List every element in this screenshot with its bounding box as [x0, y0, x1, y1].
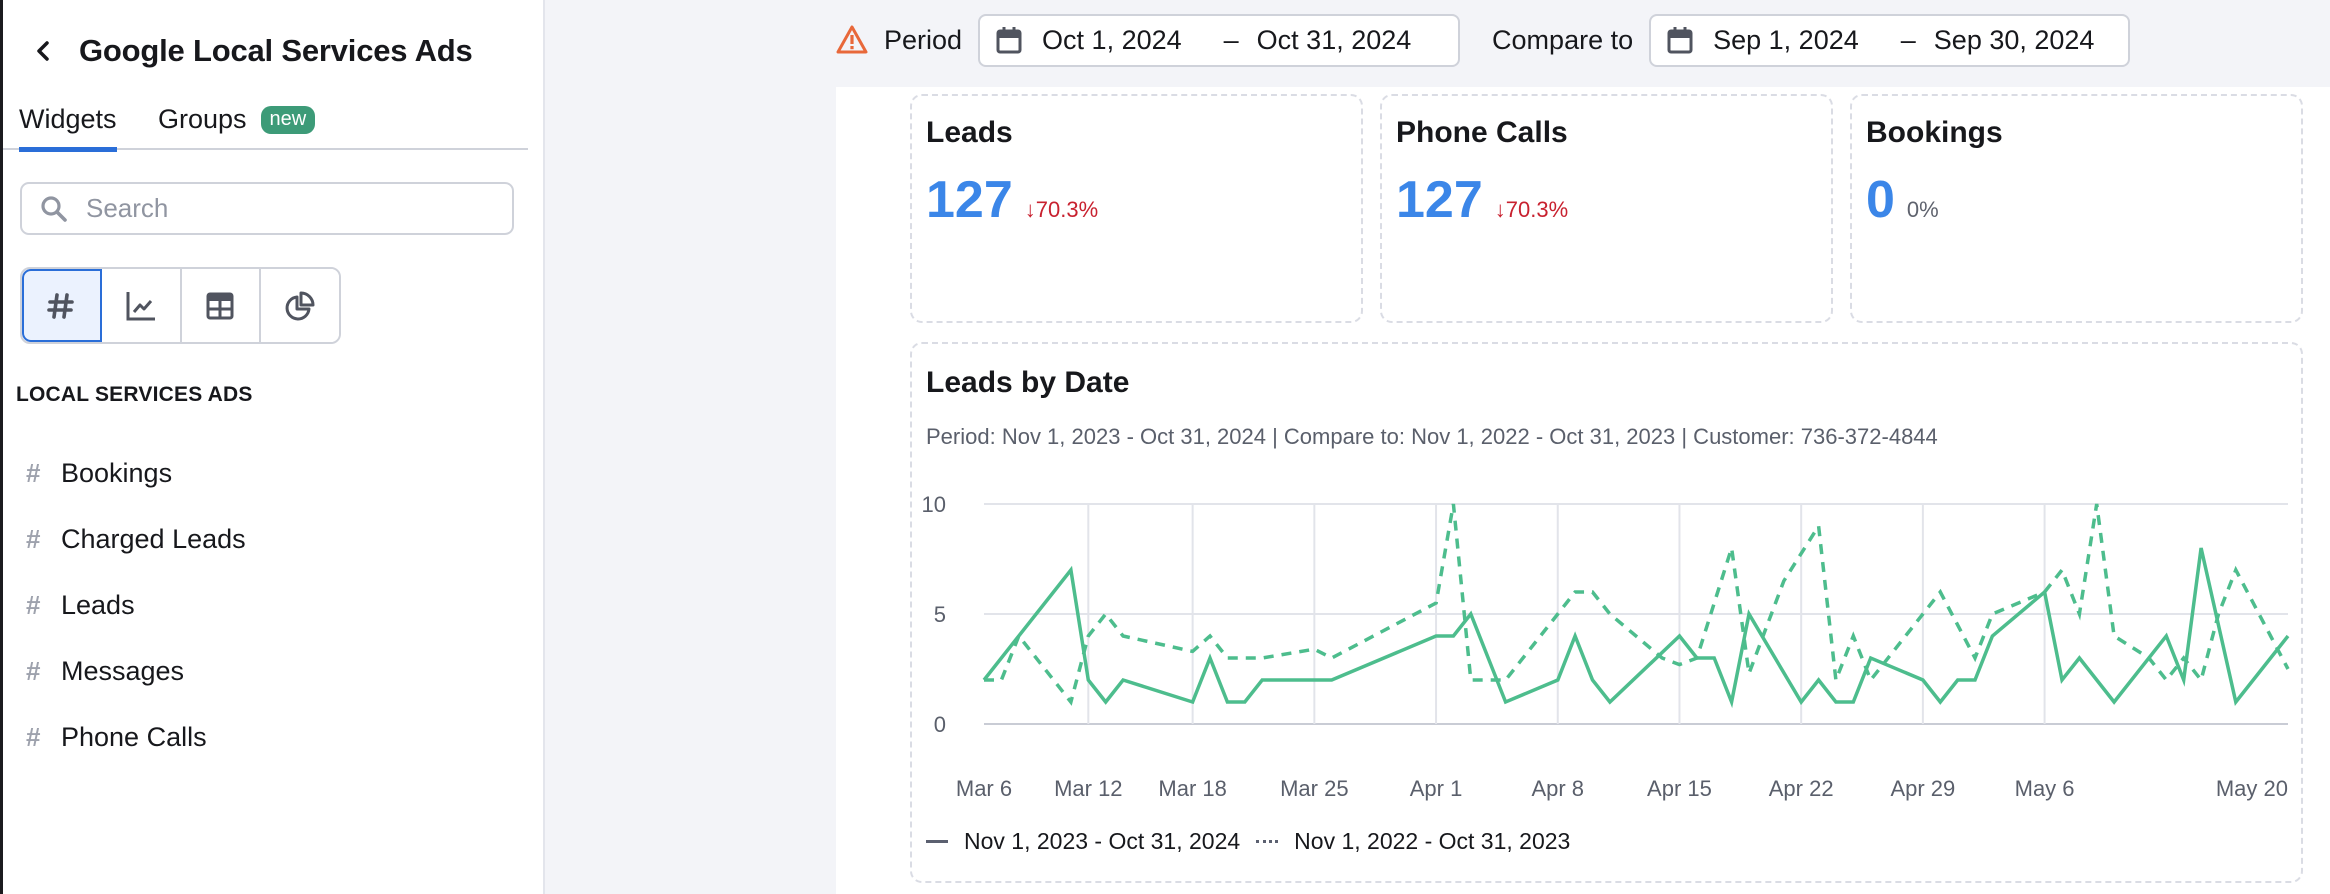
x-tick-label: Mar 12 [1054, 776, 1122, 801]
kpi-title: Phone Calls [1396, 116, 1568, 149]
widget-item-label: Bookings [61, 457, 173, 488]
x-tick-label: May 6 [2015, 776, 2075, 801]
kpi-row: 127 ↓70.3% [1396, 170, 1568, 230]
period-bar: Period Oct 1, 2024 – Oct 31, 2024 Compar… [836, 13, 2131, 67]
chevron-left-icon [37, 41, 49, 61]
hash-icon: # [26, 655, 41, 686]
hash-icon: # [26, 589, 41, 620]
legend-item-compare[interactable]: Nov 1, 2022 - Oct 31, 2023 [1256, 828, 1570, 855]
x-tick-label: Apr 29 [1890, 776, 1955, 801]
legend-label: Nov 1, 2022 - Oct 31, 2023 [1294, 828, 1571, 854]
kpi-change: ↓70.3% [1494, 197, 1569, 222]
kpi-row: 127 ↓70.3% [926, 170, 1098, 230]
warning-icon [836, 25, 868, 54]
widget-item-label: Charged Leads [61, 523, 246, 554]
kpi-card-leads[interactable]: Leads 127 ↓70.3% [910, 94, 1363, 323]
x-tick-label: Mar 6 [956, 776, 1012, 801]
date-separator: – [1223, 24, 1239, 55]
hash-icon: # [26, 523, 41, 554]
dashboard-canvas: Leads 127 ↓70.3% Phone Calls 127 ↓70.3% … [836, 87, 2330, 894]
period-start-date: Oct 1, 2024 [1042, 24, 1182, 55]
legend-item-current[interactable]: Nov 1, 2023 - Oct 31, 2024 [926, 828, 1240, 855]
compare-date-range[interactable]: Sep 1, 2024 – Sep 30, 2024 [1649, 13, 2131, 67]
kpi-row: 0 0% [1866, 170, 1939, 230]
x-tick-label: Apr 1 [1410, 776, 1463, 801]
tab-groups-label: Groups [158, 104, 247, 134]
kpi-card-bookings[interactable]: Bookings 0 0% [1850, 94, 2303, 323]
kpi-card-phone-calls[interactable]: Phone Calls 127 ↓70.3% [1380, 94, 1833, 323]
hash-icon [47, 292, 74, 319]
x-tick-label: May 20 [2216, 776, 2288, 801]
toggle-pie-chart[interactable] [261, 269, 339, 342]
hash-icon: # [26, 457, 41, 488]
y-tick-label: 10 [922, 492, 946, 517]
widget-item-messages[interactable]: # Messages [23, 638, 523, 704]
y-tick-label: 5 [934, 602, 946, 627]
tab-groups[interactable]: Groups new [158, 104, 316, 135]
toggle-line-chart[interactable] [101, 269, 182, 342]
widget-item-phone-calls[interactable]: # Phone Calls [23, 704, 523, 770]
kpi-title: Leads [926, 116, 1013, 149]
new-badge: new [260, 105, 316, 134]
toggle-table[interactable] [181, 269, 262, 342]
calendar-icon [1667, 27, 1693, 54]
compare-end-date: Sep 30, 2024 [1933, 24, 2095, 55]
widget-item-label: Leads [61, 589, 135, 620]
kpi-title: Bookings [1866, 116, 2003, 149]
kpi-value: 127 [926, 171, 1013, 229]
compare-label: Compare to [1492, 24, 1634, 55]
sidebar-header: Google Local Services Ads [25, 28, 473, 74]
sidebar-tabs: Widgets Groups new [3, 98, 528, 152]
search-field[interactable] [20, 182, 514, 235]
x-tick-label: Apr 15 [1647, 776, 1712, 801]
search-icon [41, 195, 67, 222]
kpi-value: 0 [1866, 171, 1895, 229]
table-icon [206, 292, 234, 319]
widget-list: # Bookings # Charged Leads # Leads # Mes… [23, 440, 523, 770]
calendar-icon [996, 27, 1022, 54]
widget-item-label: Messages [61, 655, 185, 686]
widget-item-label: Phone Calls [61, 721, 207, 752]
line-chart: 0 5 10 Mar 6 Mar 12 Mar 18 Mar 25 Apr 1 Apr 8 Apr… [922, 492, 2290, 801]
series-line-current [982, 547, 2290, 709]
x-tick-label: Mar 25 [1280, 776, 1348, 801]
date-separator: – [1900, 24, 1916, 55]
widget-item-charged-leads[interactable]: # Charged Leads [23, 506, 523, 572]
compare-start-date: Sep 1, 2024 [1713, 24, 1859, 55]
widget-item-leads[interactable]: # Leads [23, 572, 523, 638]
widget-type-toggle [20, 267, 341, 344]
kpi-value: 127 [1396, 171, 1483, 229]
tab-widgets[interactable]: Widgets [19, 104, 117, 152]
x-tick-label: Apr 22 [1769, 776, 1834, 801]
y-tick-label: 0 [934, 712, 946, 737]
back-button[interactable] [25, 33, 61, 69]
sidebar-title: Google Local Services Ads [79, 33, 473, 68]
period-end-date: Oct 31, 2024 [1256, 24, 1412, 55]
line-chart-icon [126, 291, 155, 320]
sidebar: Google Local Services Ads Widgets Groups… [3, 0, 545, 894]
widget-item-bookings[interactable]: # Bookings [23, 440, 523, 506]
hash-icon: # [26, 721, 41, 752]
kpi-change: 0% [1906, 197, 1939, 222]
search-input[interactable] [86, 193, 486, 224]
x-tick-label: Apr 8 [1531, 776, 1584, 801]
period-label: Period [884, 24, 963, 55]
toggle-number[interactable] [22, 269, 102, 342]
pie-chart-icon [285, 291, 315, 320]
chart-legend: Nov 1, 2023 - Oct 31, 2024 Nov 1, 2022 -… [926, 828, 1586, 855]
kpi-change: ↓70.3% [1024, 197, 1099, 222]
legend-label: Nov 1, 2023 - Oct 31, 2024 [964, 828, 1241, 854]
legend-dashed-swatch [1256, 840, 1279, 843]
period-date-range[interactable]: Oct 1, 2024 – Oct 31, 2024 [978, 13, 1461, 67]
legend-solid-swatch [926, 840, 948, 843]
x-tick-label: Mar 18 [1158, 776, 1226, 801]
section-title: LOCAL SERVICES ADS [16, 383, 253, 406]
chart-card-leads-by-date[interactable]: Leads by Date Period: Nov 1, 2023 - Oct … [910, 342, 2303, 883]
